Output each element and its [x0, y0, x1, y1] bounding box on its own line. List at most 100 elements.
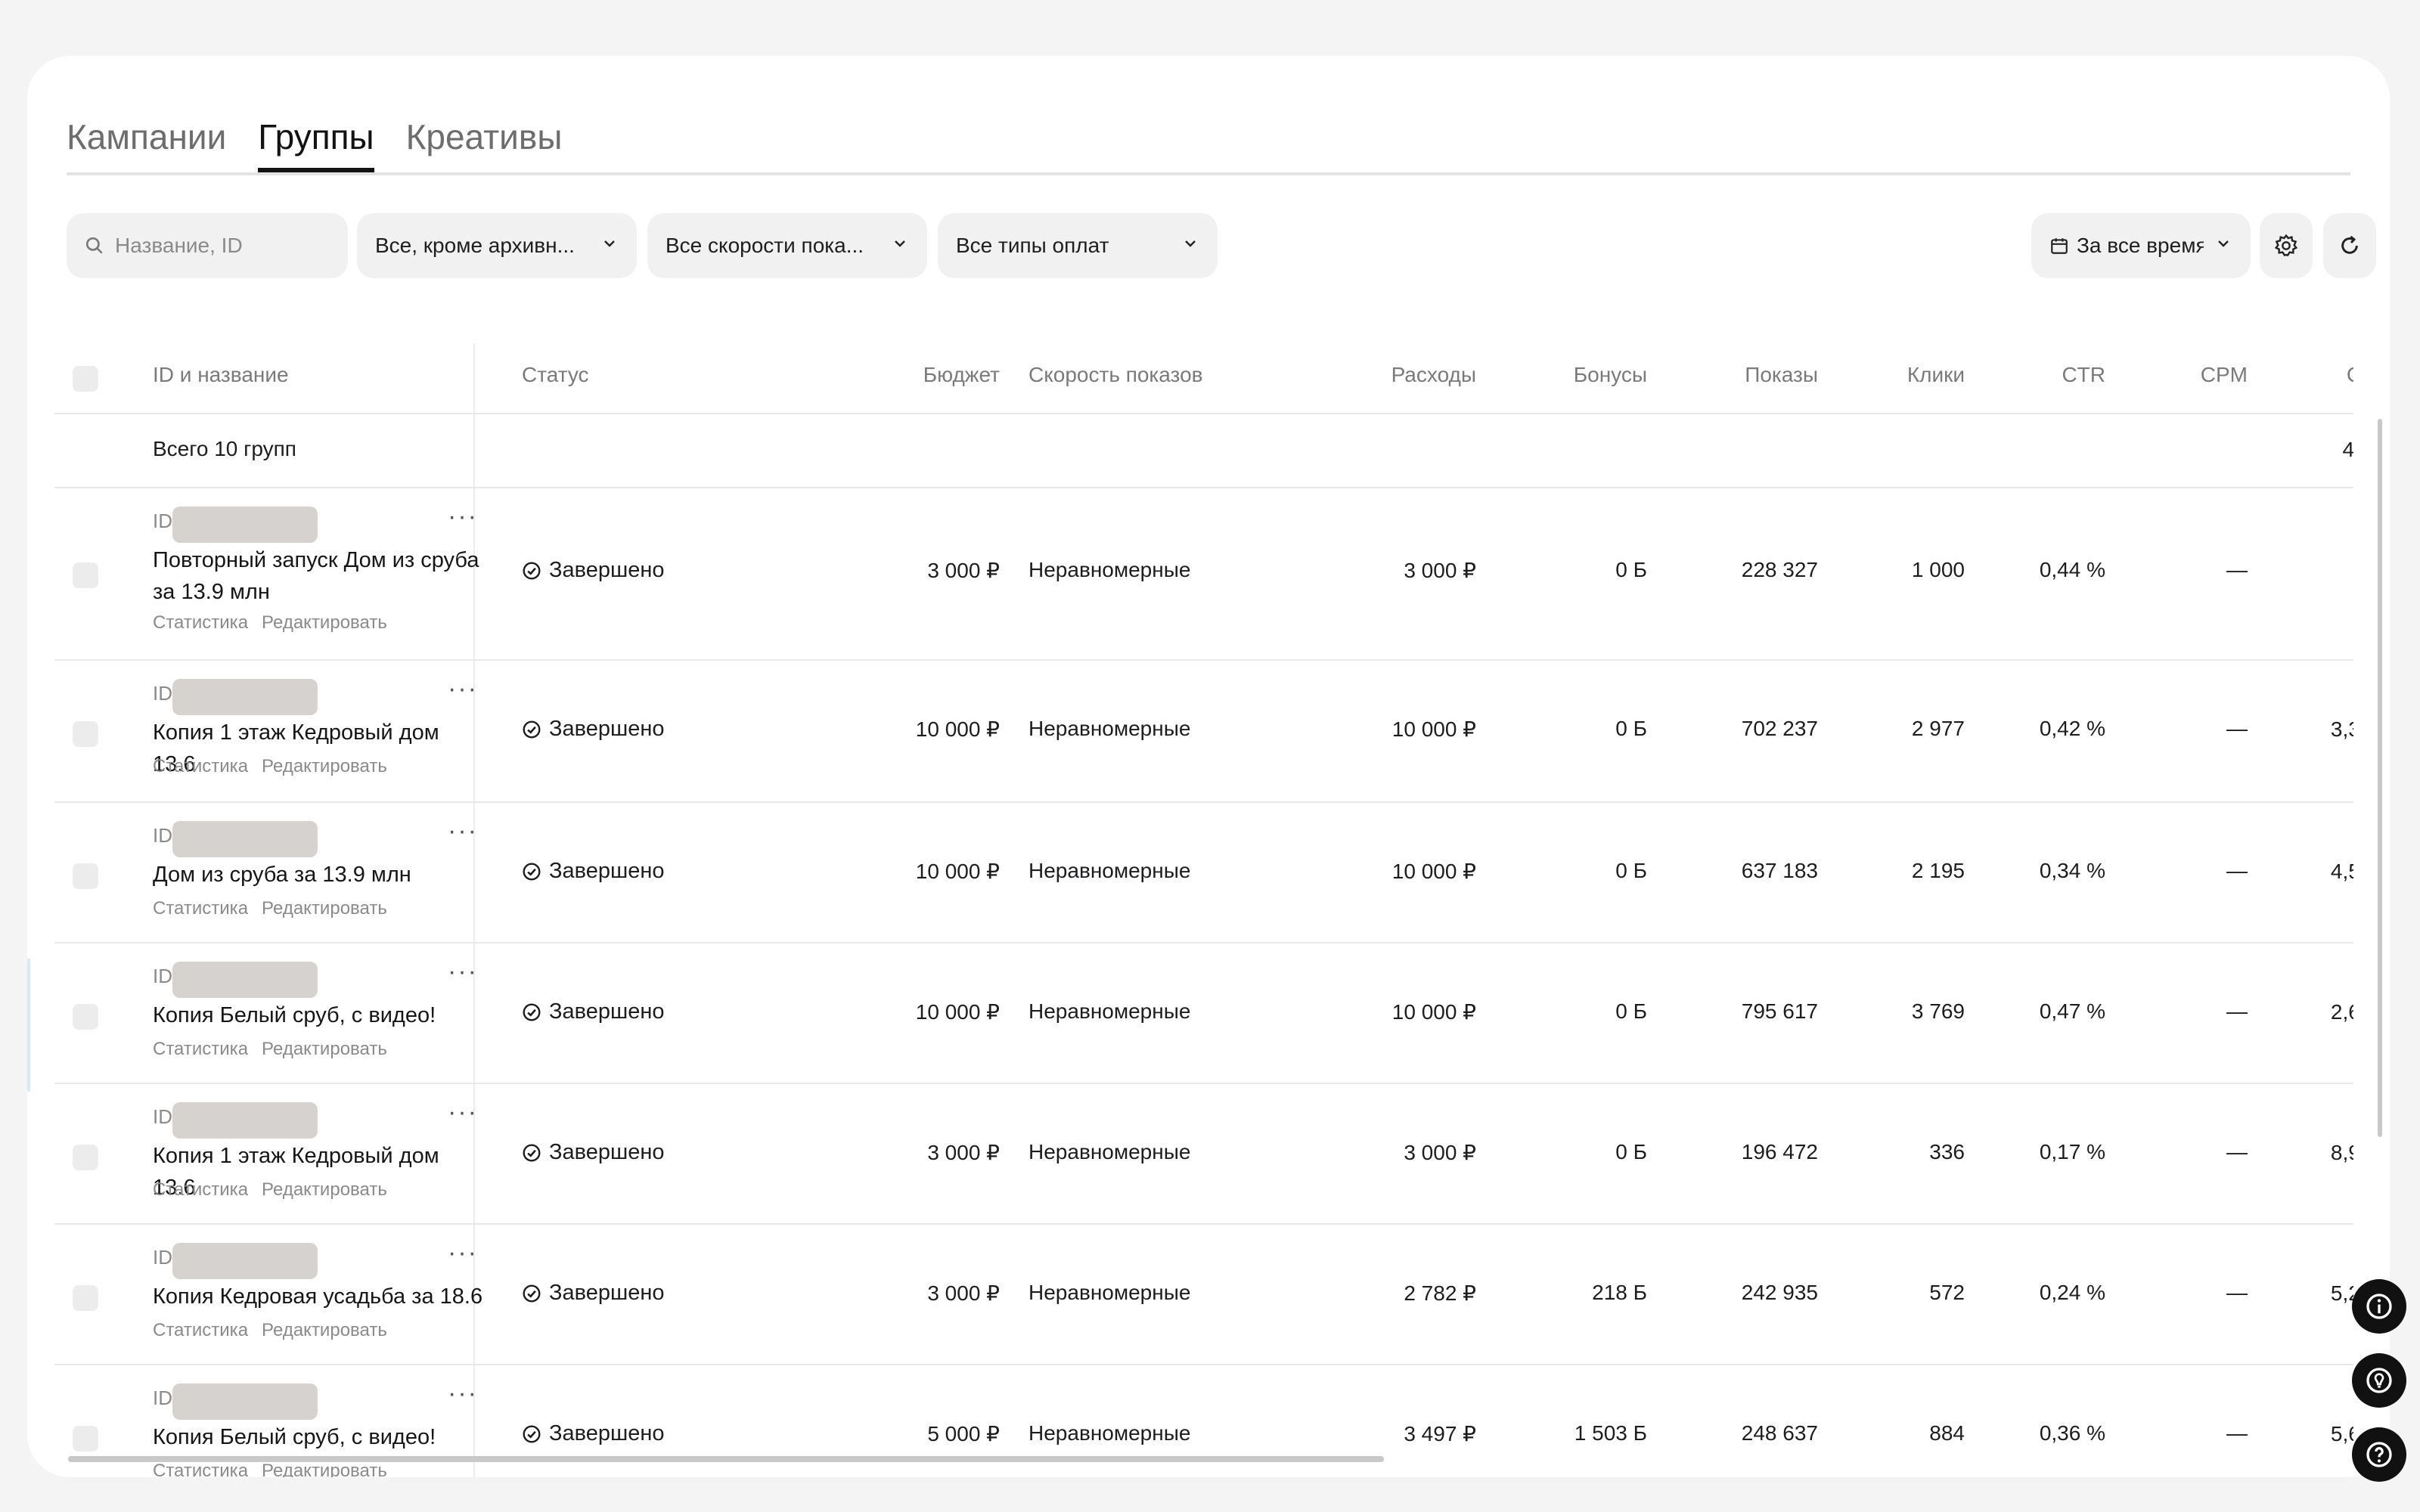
row-group-name: Дом из сруба за 13.9 млн [153, 863, 411, 887]
table-row[interactable]: ID ··· Копия 1 этаж Кедровый дом 13.6 Стати… [54, 661, 2353, 803]
cell-bonus: 1 503 Б [1574, 1421, 1647, 1445]
row-stats-link[interactable]: Статистика [153, 898, 248, 919]
cell-cpc: 5,66 ₽ [2330, 1422, 2353, 1445]
row-more-icon[interactable]: ··· [448, 957, 478, 987]
col-header-cpm[interactable]: CPM [2105, 363, 2248, 387]
vertical-scrollbar[interactable] [2378, 419, 2382, 1137]
row-edit-link[interactable]: Редактировать [262, 756, 387, 776]
tab-campaigns[interactable]: Кампании [67, 100, 226, 169]
row-more-icon[interactable]: ··· [448, 1238, 478, 1268]
cell-speed: Неравномерные [1028, 999, 1191, 1023]
cell-cpc: 3 ₽ [2248, 558, 2353, 583]
row-checkbox[interactable] [73, 721, 98, 747]
row-edit-link[interactable]: Редактировать [262, 898, 387, 919]
row-group-name: Копия Кедровая усадьба за 18.6 [153, 1284, 483, 1309]
col-header-status[interactable]: Статус [522, 363, 589, 387]
table-row[interactable]: ID ··· Копия 1 этаж Кедровый дом 13.6 Стати… [54, 1084, 2353, 1225]
table-row[interactable]: ID ··· Копия Белый сруб, с видео! Статистик… [54, 943, 2353, 1084]
cell-ctr: 0,34 % [2039, 859, 2105, 882]
payment-filter-value: Все типы оплат [956, 234, 1109, 257]
refresh-button[interactable] [2323, 213, 2376, 278]
row-edit-link[interactable]: Редактировать [262, 612, 387, 633]
search-icon [85, 236, 104, 256]
row-checkbox[interactable] [73, 1145, 98, 1170]
row-status: Завершено [522, 1140, 665, 1165]
row-checkbox[interactable] [73, 1285, 98, 1311]
col-header-speed[interactable]: Скорость показов [1028, 363, 1203, 387]
row-checkbox[interactable] [73, 1426, 98, 1452]
info-button[interactable] [2352, 1279, 2406, 1334]
row-id-value-redacted [172, 1102, 318, 1139]
row-edit-link[interactable]: Редактировать [262, 1320, 387, 1340]
table-row[interactable]: ID ··· Дом из сруба за 13.9 млн Статистика Р… [54, 803, 2353, 943]
check-circle-icon [522, 1424, 541, 1444]
row-more-icon[interactable]: ··· [448, 1098, 478, 1127]
period-select[interactable]: За все время [2031, 213, 2251, 278]
row-status: Завершено [522, 1281, 665, 1306]
cell-spend: 3 000 ₽ [1404, 559, 1476, 582]
select-all-checkbox[interactable] [73, 366, 98, 392]
cell-cpm: — [2226, 1421, 2248, 1445]
row-edit-link[interactable]: Редактировать [262, 1179, 387, 1200]
cell-impressions: 795 617 [1741, 999, 1818, 1023]
payment-filter-select[interactable]: Все типы оплат [938, 213, 1218, 278]
col-header-budget[interactable]: Бюджет [833, 363, 1000, 387]
tab-creatives[interactable]: Креативы [406, 100, 563, 169]
row-checkbox[interactable] [73, 562, 98, 588]
settings-button[interactable] [2260, 213, 2313, 278]
cell-ctr: 0,36 % [2039, 1421, 2105, 1445]
cell-cpm: — [2226, 1281, 2248, 1304]
table-row[interactable]: ID ··· Копия Кедровая усадьба за 18.6 Стати… [54, 1225, 2353, 1365]
row-more-icon[interactable]: ··· [448, 674, 478, 704]
help-button[interactable] [2352, 1427, 2406, 1482]
row-more-icon[interactable]: ··· [448, 1379, 478, 1408]
col-header-cpc[interactable]: CPC [2248, 363, 2353, 387]
cell-spend: 10 000 ₽ [1392, 860, 1476, 883]
row-status: Завершено [522, 717, 665, 742]
col-header-impressions[interactable]: Показы [1647, 363, 1818, 387]
row-stats-link[interactable]: Статистика [153, 1461, 248, 1477]
row-status-text: Завершено [549, 1281, 665, 1305]
col-header-clicks[interactable]: Клики [1818, 363, 1965, 387]
table-row[interactable]: ID ··· Повторный запуск Дом из сруба за 13… [54, 488, 2353, 661]
search-input[interactable]: Название, ID [67, 213, 348, 278]
col-header-ctr[interactable]: CTR [1965, 363, 2105, 387]
row-edit-link[interactable]: Редактировать [262, 1039, 387, 1059]
row-checkbox[interactable] [73, 863, 98, 889]
row-id-label: ID [153, 965, 172, 987]
cell-budget: 3 000 ₽ [927, 1141, 1000, 1164]
row-stats-link[interactable]: Статистика [153, 756, 248, 776]
cell-budget: 5 000 ₽ [927, 1422, 1000, 1445]
row-stats-link[interactable]: Статистика [153, 1039, 248, 1059]
row-edit-link[interactable]: Редактировать [262, 1461, 387, 1477]
cell-cpc: 5,24 ₽ [2330, 1281, 2353, 1305]
row-more-icon[interactable]: ··· [448, 502, 478, 531]
cell-cpc: 8,93 ₽ [2330, 1141, 2353, 1164]
row-stats-link[interactable]: Статистика [153, 1320, 248, 1340]
row-status-text: Завершено [549, 717, 665, 741]
check-circle-icon [522, 720, 541, 739]
cell-ctr: 0,42 % [2039, 717, 2105, 740]
cell-impressions: 248 637 [1741, 1421, 1818, 1445]
col-header-name[interactable]: ID и название [153, 363, 289, 387]
row-id-value-redacted [172, 821, 318, 857]
cell-clicks: 572 [1929, 1281, 1965, 1304]
speed-filter-select[interactable]: Все скорости пока... [647, 213, 927, 278]
row-stats-link[interactable]: Статистика [153, 1179, 248, 1200]
cell-impressions: 242 935 [1741, 1281, 1818, 1304]
row-stats-link[interactable]: Статистика [153, 612, 248, 633]
cell-cpm: — [2226, 999, 2248, 1023]
row-actions: Статистика Редактировать [153, 612, 401, 634]
tab-groups[interactable]: Группы [258, 100, 374, 172]
cell-bonus: 0 Б [1615, 999, 1647, 1023]
tips-button[interactable] [2352, 1353, 2406, 1408]
col-header-spend[interactable]: Расходы [1280, 363, 1476, 387]
cell-ctr: 0,17 % [2039, 1140, 2105, 1163]
period-value: За все время [2077, 234, 2204, 257]
col-header-bonus[interactable]: Бонусы [1476, 363, 1647, 387]
status-filter-select[interactable]: Все, кроме архивн... [357, 213, 637, 278]
row-actions: Статистика Редактировать [153, 1179, 401, 1201]
row-checkbox[interactable] [73, 1004, 98, 1030]
row-more-icon[interactable]: ··· [448, 816, 478, 846]
horizontal-scrollbar[interactable] [68, 1456, 1384, 1462]
